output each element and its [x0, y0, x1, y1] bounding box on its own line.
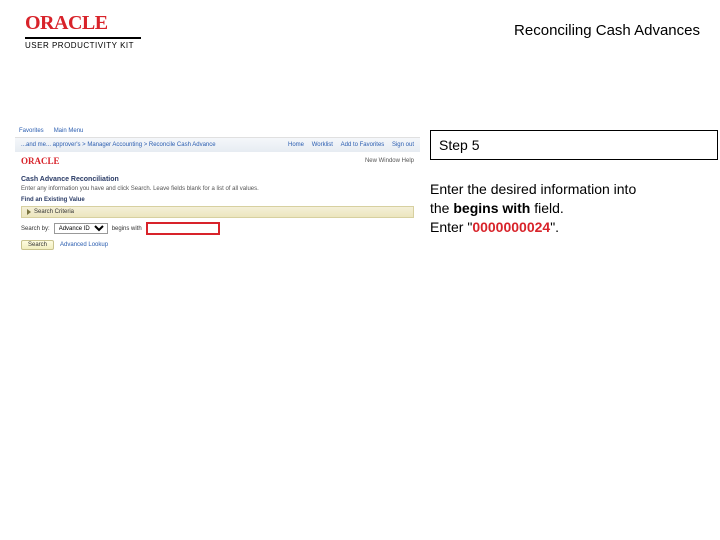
nav-worklist[interactable]: Worklist — [312, 142, 333, 148]
nav-signout[interactable]: Sign out — [392, 142, 414, 148]
instruction-line-2: the begins with field. — [430, 199, 700, 218]
button-row: Search Advanced Lookup — [21, 240, 414, 250]
search-by-label: Search by: — [21, 226, 50, 232]
page-subtitle: Enter any information you have and click… — [21, 186, 414, 192]
favorites-link[interactable]: Favorites — [19, 128, 44, 134]
find-existing-label: Find an Existing Value — [21, 197, 85, 203]
instruction-line-1: Enter the desired information into — [430, 180, 700, 199]
favorites-bar: Favorites Main Menu — [15, 125, 420, 138]
instruction-line-3: Enter "0000000024". — [430, 218, 700, 237]
find-existing-tab[interactable]: Find an Existing Value — [21, 197, 414, 203]
operator-label: begins with — [112, 226, 142, 232]
top-nav: ...and me... approver's > Manager Accoun… — [15, 138, 420, 152]
search-criteria-header[interactable]: Search Criteria — [21, 206, 414, 218]
oracle-upk-logo: ORACLE USER PRODUCTIVITY KIT — [25, 12, 141, 50]
window-help-links[interactable]: New Window Help — [365, 158, 414, 164]
begins-with-input[interactable] — [146, 222, 220, 235]
advanced-lookup-link[interactable]: Advanced Lookup — [60, 242, 108, 248]
embedded-app-screenshot: Favorites Main Menu ...and me... approve… — [15, 125, 420, 260]
brand-row: ORACLE New Window Help — [15, 152, 420, 170]
top-nav-links: Home Worklist Add to Favorites Sign out — [282, 142, 414, 148]
breadcrumb[interactable]: ...and me... approver's > Manager Accoun… — [21, 142, 216, 148]
search-button[interactable]: Search — [21, 240, 54, 250]
step-label: Step 5 — [439, 137, 479, 153]
expand-icon — [27, 209, 31, 215]
nav-home[interactable]: Home — [288, 142, 304, 148]
search-row: Search by: Advance ID begins with — [21, 222, 414, 235]
nav-add-fav[interactable]: Add to Favorites — [341, 142, 385, 148]
step-label-box: Step 5 — [430, 130, 718, 160]
search-criteria-label: Search Criteria — [34, 209, 74, 215]
document-title: Reconciling Cash Advances — [514, 22, 700, 39]
search-by-select[interactable]: Advance ID — [54, 223, 108, 234]
page-title: Cash Advance Reconciliation — [21, 176, 414, 183]
main-menu-link[interactable]: Main Menu — [54, 128, 84, 134]
app-oracle-logo: ORACLE — [21, 156, 60, 166]
upk-subtitle: USER PRODUCTIVITY KIT — [25, 41, 141, 50]
oracle-wordmark: ORACLE — [25, 12, 141, 35]
instruction-text: Enter the desired information into the b… — [430, 180, 700, 237]
app-body: Cash Advance Reconciliation Enter any in… — [15, 170, 420, 256]
header: ORACLE USER PRODUCTIVITY KIT Reconciling… — [0, 0, 720, 60]
logo-divider — [25, 37, 141, 39]
